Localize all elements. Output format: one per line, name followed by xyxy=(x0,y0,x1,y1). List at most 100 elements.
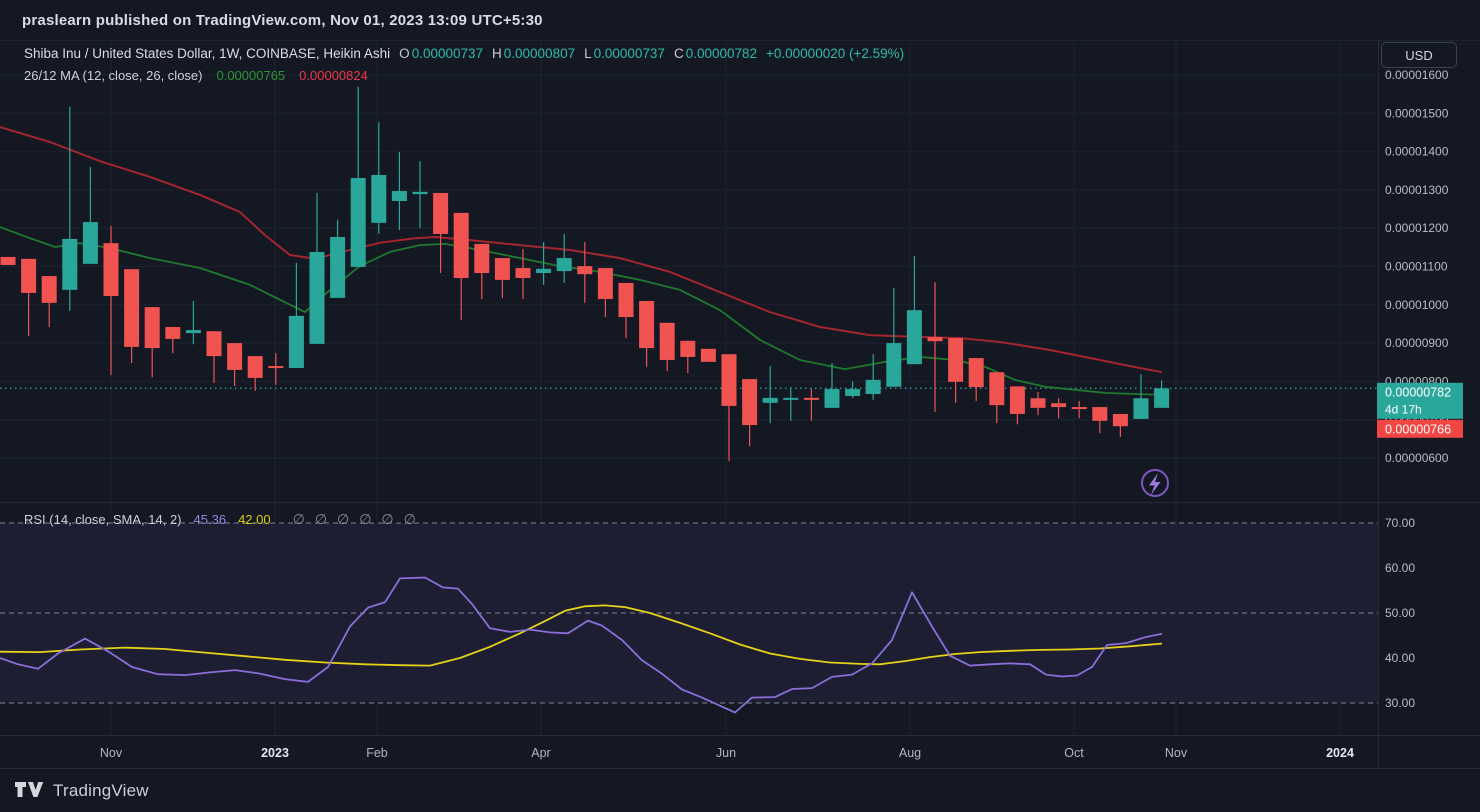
ohlc-letter: H xyxy=(492,46,502,61)
candle-body xyxy=(207,331,222,356)
candle-body xyxy=(680,341,695,357)
attribution-bar: praslearn published on TradingView.com, … xyxy=(0,0,1480,40)
rsi-axis-tick-label: 50.00 xyxy=(1385,606,1415,620)
ohlc-item: C0.00000782 xyxy=(674,46,757,61)
ohlc-value: 0.00000737 xyxy=(594,46,665,61)
candle-body xyxy=(474,244,489,273)
candle-body xyxy=(969,358,984,387)
secondary-price-badge: 0.00000766 xyxy=(1377,420,1463,438)
time-axis-month-label: Apr xyxy=(531,746,550,760)
candle-body xyxy=(536,269,551,273)
rsi-sma-value: 42.00 xyxy=(238,512,271,527)
change-value: +0.00000020 (+2.59%) xyxy=(766,46,904,61)
candle-body xyxy=(660,323,675,360)
ohlc-letter: C xyxy=(674,46,684,61)
time-axis-month-label: Aug xyxy=(899,746,921,760)
candle-body xyxy=(928,337,943,341)
candle-body xyxy=(886,343,901,387)
candle-body xyxy=(948,338,963,382)
empty-series-icon: ∅ xyxy=(381,511,393,528)
rsi-axis-tick-label: 40.00 xyxy=(1385,651,1415,665)
tradingview-watermark-bar: TradingView xyxy=(0,768,1480,812)
time-axis-year-label: 2023 xyxy=(261,746,289,760)
candle-body xyxy=(248,356,263,378)
symbol-title[interactable]: Shiba Inu / United States Dollar, 1W, CO… xyxy=(24,46,390,61)
price-axis-tick-label: 0.00001200 xyxy=(1385,221,1449,235)
candle-body xyxy=(619,283,634,317)
ohlc-values: O0.00000737H0.00000807L0.00000737C0.0000… xyxy=(399,46,757,61)
candle-body xyxy=(454,213,469,278)
lightning-mode-icon[interactable] xyxy=(1142,470,1168,496)
candle-body xyxy=(1134,398,1149,419)
candle-body xyxy=(392,191,407,201)
price-axis-tick-label: 0.00001100 xyxy=(1385,260,1448,274)
tradingview-logo-icon xyxy=(14,780,44,801)
lightning-bolt-glyph xyxy=(1149,473,1161,495)
price-axis-tick-label: 0.00001300 xyxy=(1385,183,1449,197)
ohlc-item: H0.00000807 xyxy=(492,46,575,61)
price-axis-tick-label: 0.00000600 xyxy=(1385,451,1449,465)
candle-body xyxy=(165,327,180,339)
price-axis-tick-label: 0.00000900 xyxy=(1385,336,1449,350)
time-axis-labels[interactable]: Nov2023FebAprJunAugOctNov2024 xyxy=(100,746,1354,760)
price-axis-tick-label: 0.00001500 xyxy=(1385,106,1449,120)
candle-body xyxy=(742,379,757,425)
price-axis-tick-label: 0.00001600 xyxy=(1385,68,1449,82)
candle-body xyxy=(227,343,242,370)
ma-indicator-label[interactable]: 26/12 MA (12, close, 26, close) xyxy=(24,68,202,83)
attribution-text: praslearn published on TradingView.com, … xyxy=(22,12,543,29)
ohlc-item: L0.00000737 xyxy=(584,46,665,61)
time-axis-year-label: 2024 xyxy=(1326,746,1354,760)
candle-body xyxy=(62,239,77,290)
price-gridlines xyxy=(0,75,1378,458)
currency-toggle-button[interactable]: USD xyxy=(1381,42,1457,68)
candle-body xyxy=(351,178,366,267)
candle-body xyxy=(42,276,57,303)
candle-body xyxy=(124,269,139,347)
time-axis-month-label: Feb xyxy=(366,746,388,760)
empty-series-icon: ∅ xyxy=(315,511,327,528)
candle-body xyxy=(1092,407,1107,421)
candle-body xyxy=(701,349,716,362)
candle-body xyxy=(577,266,592,274)
ohlc-letter: O xyxy=(399,46,410,61)
symbol-legend-row: Shiba Inu / United States Dollar, 1W, CO… xyxy=(24,46,904,61)
candle-body xyxy=(268,366,283,368)
candle-body xyxy=(289,316,304,368)
time-axis-month-label: Nov xyxy=(100,746,123,760)
ohlc-value: 0.00000807 xyxy=(504,46,575,61)
candle-body xyxy=(989,372,1004,405)
chart-canvas[interactable]: 0.000016000.000015000.000014000.00001300… xyxy=(0,0,1480,768)
candles[interactable] xyxy=(1,87,1170,461)
ma-legend-row: 26/12 MA (12, close, 26, close) 0.000007… xyxy=(24,68,368,83)
rsi-empty-series-markers: ∅∅∅∅∅∅ xyxy=(283,511,416,528)
candle-body xyxy=(598,268,613,299)
ohlc-value: 0.00000737 xyxy=(412,46,483,61)
candle-body xyxy=(1,257,16,265)
rsi-value: 45.36 xyxy=(194,512,227,527)
candle-body xyxy=(104,243,119,296)
tradingview-published-chart: praslearn published on TradingView.com, … xyxy=(0,0,1480,812)
time-axis-month-label: Oct xyxy=(1064,746,1084,760)
candle-body xyxy=(310,252,325,344)
candle-body xyxy=(722,354,737,406)
rsi-axis-labels[interactable]: 70.0060.0050.0040.0030.00 xyxy=(1385,516,1415,710)
candle-body xyxy=(371,175,386,223)
candle-body xyxy=(763,398,778,403)
rsi-axis-tick-label: 60.00 xyxy=(1385,561,1415,575)
candle-body xyxy=(1113,414,1128,426)
candle-body xyxy=(516,268,531,278)
candle-body xyxy=(1072,407,1087,409)
rsi-indicator-label[interactable]: RSI (14, close, SMA, 14, 2) xyxy=(24,512,182,527)
candle-body xyxy=(1154,388,1169,408)
ohlc-value: 0.00000782 xyxy=(686,46,757,61)
candle-body xyxy=(433,193,448,234)
candle-body xyxy=(907,310,922,364)
candle-body xyxy=(413,192,428,194)
candle-body xyxy=(639,301,654,348)
candle-body xyxy=(495,258,510,280)
ohlc-item: O0.00000737 xyxy=(399,46,483,61)
last-price-badge: 0.000007824d 17h xyxy=(1377,383,1463,419)
candle-body xyxy=(866,380,881,394)
time-axis-month-label: Nov xyxy=(1165,746,1188,760)
